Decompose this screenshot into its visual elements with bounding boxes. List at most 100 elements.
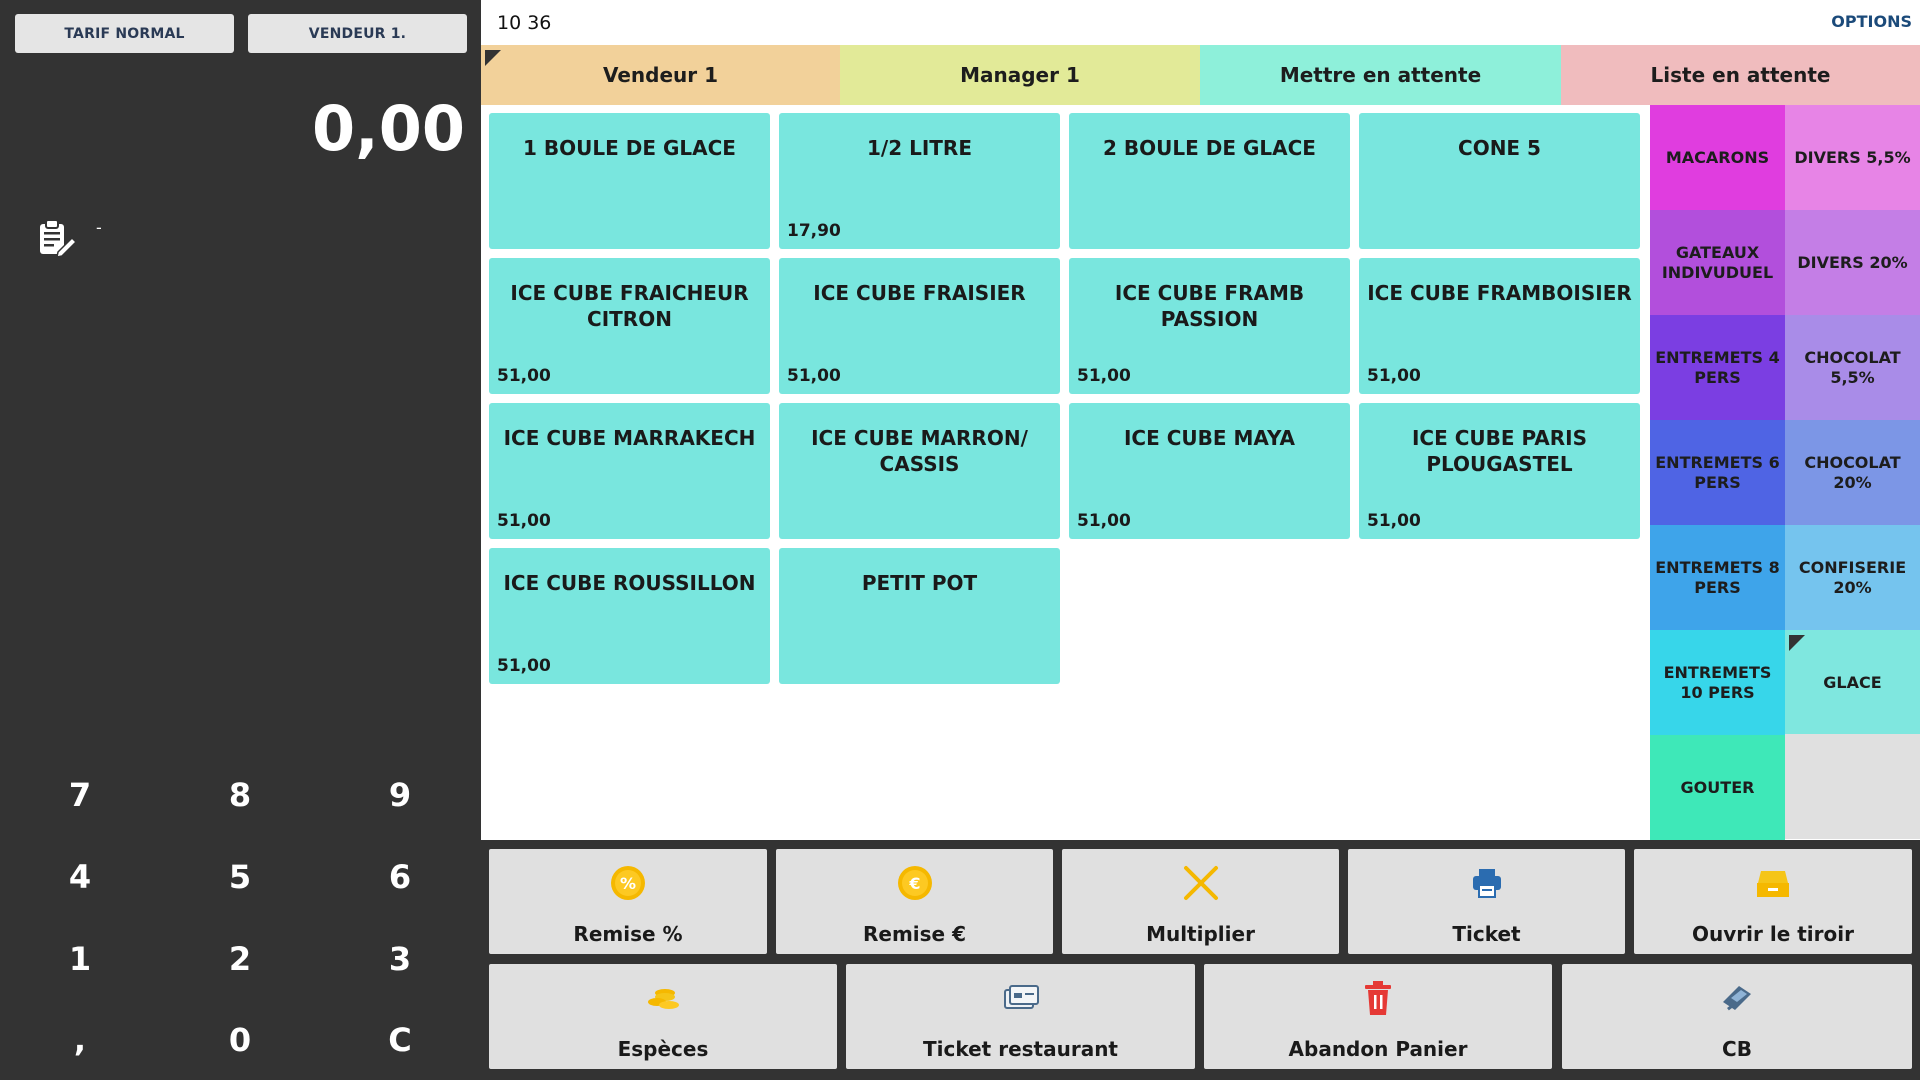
trash-icon xyxy=(1365,981,1391,1015)
keypad-6[interactable]: 6 xyxy=(340,847,460,907)
category-button[interactable]: DIVERS 20% xyxy=(1785,210,1920,315)
product-tile[interactable]: ICE CUBE FRAMB PASSION 51,00 xyxy=(1069,258,1350,394)
active-corner-marker xyxy=(485,50,501,66)
product-tile[interactable]: ICE CUBE MAYA 51,00 xyxy=(1069,403,1350,539)
keypad-7[interactable]: 7 xyxy=(20,765,140,825)
coins-icon xyxy=(648,989,679,1009)
cash-drawer-icon xyxy=(1757,871,1789,897)
svg-text:%: % xyxy=(620,874,636,893)
product-name: ICE CUBE MAYA xyxy=(1123,426,1296,450)
product-tile[interactable]: ICE CUBE MARRON/ CASSIS xyxy=(779,403,1060,539)
keypad-0[interactable]: 0 xyxy=(180,1010,300,1070)
ticket-button[interactable]: Ticket xyxy=(1348,849,1625,954)
remise-percent-button[interactable]: % Remise % xyxy=(489,849,767,954)
category-button[interactable]: GOUTER xyxy=(1650,735,1785,840)
product-tile[interactable]: PETIT POT xyxy=(779,548,1060,684)
keypad-4[interactable]: 4 xyxy=(20,847,140,907)
product-price: 51,00 xyxy=(497,511,551,531)
ouvrir-tiroir-label: Ouvrir le tiroir xyxy=(1692,922,1854,946)
meal-voucher-icon xyxy=(1003,985,1039,1009)
keypad-8[interactable]: 8 xyxy=(180,765,300,825)
product-name: 1 BOULE DE GLACE xyxy=(523,136,736,160)
category-empty-slot xyxy=(1785,734,1920,839)
abandon-panier-button[interactable]: Abandon Panier xyxy=(1204,964,1552,1069)
keypad-2[interactable]: 2 xyxy=(180,929,300,989)
product-name: CONE 5 xyxy=(1458,136,1541,160)
product-tile[interactable]: CONE 5 xyxy=(1359,113,1640,249)
category-button[interactable]: ENTREMETS 8 PERS xyxy=(1650,525,1785,630)
category-button[interactable]: GATEAUX INDIVUDUEL xyxy=(1650,210,1785,315)
tab-vendeur[interactable]: Vendeur 1 xyxy=(481,45,840,105)
remise-percent-label: Remise % xyxy=(573,922,683,946)
multiply-icon xyxy=(1183,866,1218,900)
product-price: 51,00 xyxy=(497,656,551,676)
product-tile[interactable]: ICE CUBE FRAISIER 51,00 xyxy=(779,258,1060,394)
product-tile[interactable]: ICE CUBE ROUSSILLON 51,00 xyxy=(489,548,770,684)
category-active-marker xyxy=(1789,635,1805,651)
card-terminal-icon xyxy=(1723,986,1751,1011)
vendeur-button[interactable]: VENDEUR 1. xyxy=(248,14,467,53)
tab-mettre-en-attente[interactable]: Mettre en attente xyxy=(1200,45,1561,105)
product-price: 51,00 xyxy=(497,366,551,386)
multiplier-label: Multiplier xyxy=(1146,922,1255,946)
product-name: ICE CUBE FRAICHEUR CITRON xyxy=(510,281,749,331)
product-name: ICE CUBE MARRON/ CASSIS xyxy=(811,426,1028,476)
keypad-9[interactable]: 9 xyxy=(340,765,460,825)
especes-label: Espèces xyxy=(617,1037,709,1061)
tarif-button[interactable]: TARIF NORMAL xyxy=(15,14,234,53)
note-edit-icon[interactable] xyxy=(36,218,76,258)
category-button[interactable]: MACARONS xyxy=(1650,105,1785,210)
cb-button[interactable]: CB xyxy=(1562,964,1912,1069)
remise-euro-button[interactable]: € Remise € xyxy=(776,849,1053,954)
ticket-restaurant-button[interactable]: Ticket restaurant xyxy=(846,964,1195,1069)
especes-button[interactable]: Espèces xyxy=(489,964,837,1069)
product-price: 17,90 xyxy=(787,221,841,241)
product-name: ICE CUBE FRAMB PASSION xyxy=(1114,281,1305,331)
remise-euro-label: Remise € xyxy=(862,922,966,946)
category-button[interactable]: GLACE xyxy=(1785,630,1920,735)
product-tile[interactable]: 1 BOULE DE GLACE xyxy=(489,113,770,249)
product-tile[interactable]: 1/2 LITRE 17,90 xyxy=(779,113,1060,249)
options-link[interactable]: OPTIONS xyxy=(1831,12,1912,31)
multiplier-button[interactable]: Multiplier xyxy=(1062,849,1339,954)
product-name: ICE CUBE FRAISIER xyxy=(813,281,1026,305)
product-price: 51,00 xyxy=(1077,511,1131,531)
cb-label: CB xyxy=(1722,1037,1752,1061)
product-name: 1/2 LITRE xyxy=(867,136,972,160)
product-price: 51,00 xyxy=(1367,366,1421,386)
svg-text:€: € xyxy=(908,874,920,893)
product-tile[interactable]: ICE CUBE FRAMBOISIER 51,00 xyxy=(1359,258,1640,394)
product-name: ICE CUBE FRAMBOISIER xyxy=(1367,281,1632,305)
keypad-comma[interactable]: , xyxy=(20,1010,140,1070)
category-button[interactable]: ENTREMETS 10 PERS xyxy=(1650,630,1785,735)
category-button[interactable]: ENTREMETS 4 PERS xyxy=(1650,315,1785,420)
ticket-restaurant-label: Ticket restaurant xyxy=(923,1037,1118,1061)
product-price: 51,00 xyxy=(1077,366,1131,386)
ouvrir-tiroir-button[interactable]: Ouvrir le tiroir xyxy=(1634,849,1912,954)
category-button[interactable]: DIVERS 5,5% xyxy=(1785,105,1920,210)
note-text: - xyxy=(96,218,102,237)
product-tile[interactable]: ICE CUBE PARIS PLOUGASTEL 51,00 xyxy=(1359,403,1640,539)
euro-coin-icon: € xyxy=(897,866,932,900)
product-tile[interactable]: ICE CUBE MARRAKECH 51,00 xyxy=(489,403,770,539)
keypad-clear[interactable]: C xyxy=(340,1010,460,1070)
category-button[interactable]: ENTREMETS 6 PERS xyxy=(1650,420,1785,525)
product-name: 2 BOULE DE GLACE xyxy=(1103,136,1316,160)
keypad-1[interactable]: 1 xyxy=(20,929,140,989)
tab-liste-en-attente[interactable]: Liste en attente xyxy=(1561,45,1920,105)
left-panel: TARIF NORMAL VENDEUR 1. 0,00 - 7 8 9 4 5… xyxy=(0,0,481,1080)
printer-icon xyxy=(1472,869,1501,898)
total-display: 0,00 xyxy=(312,92,465,165)
product-tile[interactable]: 2 BOULE DE GLACE xyxy=(1069,113,1350,249)
product-name: PETIT POT xyxy=(861,571,978,595)
product-tile[interactable]: ICE CUBE FRAICHEUR CITRON 51,00 xyxy=(489,258,770,394)
keypad-3[interactable]: 3 xyxy=(340,929,460,989)
percent-coin-icon: % xyxy=(611,866,645,900)
abandon-panier-label: Abandon Panier xyxy=(1288,1037,1468,1061)
keypad-5[interactable]: 5 xyxy=(180,847,300,907)
category-button[interactable]: CHOCOLAT 20% xyxy=(1785,420,1920,525)
tab-manager[interactable]: Manager 1 xyxy=(840,45,1200,105)
category-button[interactable]: CONFISERIE 20% xyxy=(1785,525,1920,630)
category-button[interactable]: CHOCOLAT 5,5% xyxy=(1785,315,1920,420)
product-name: ICE CUBE MARRAKECH xyxy=(503,426,756,450)
